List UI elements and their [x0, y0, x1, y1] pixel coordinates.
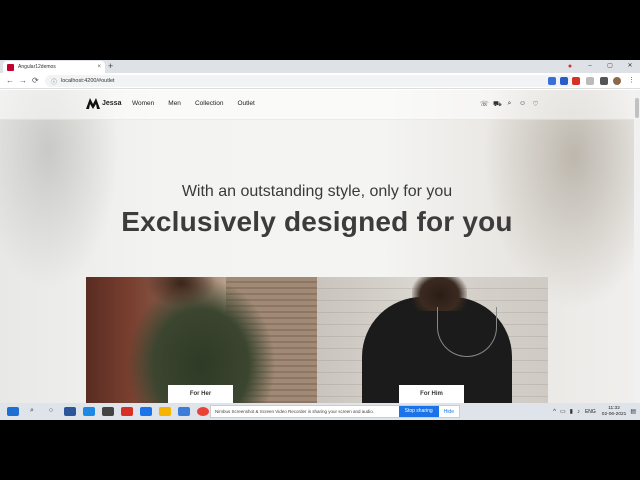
new-tab-button[interactable]: +	[108, 61, 113, 72]
cart-icon[interactable]: ⛟	[493, 100, 502, 109]
site-info-icon[interactable]: ⓘ	[51, 77, 57, 86]
site-header: Jessa Women Men Collection Outlet ☏ ⛟ ⌕ …	[0, 90, 634, 120]
browser-tab[interactable]: Angular12demos ×	[3, 61, 105, 73]
cortana-icon[interactable]: ○	[45, 407, 57, 416]
user-icon[interactable]: ☺	[519, 100, 526, 109]
site-logo[interactable]: Jessa	[86, 98, 121, 109]
tab-close-icon[interactable]: ×	[97, 64, 101, 70]
reload-button[interactable]: ⟳	[32, 76, 39, 86]
tab-title: Angular12demos	[18, 64, 56, 70]
windows-start-icon[interactable]	[7, 407, 19, 416]
extension-icon[interactable]	[572, 77, 580, 85]
chrome-icon[interactable]	[197, 407, 209, 416]
minimize-button[interactable]: –	[580, 60, 600, 73]
extension-icon[interactable]	[560, 77, 568, 85]
for-her-card[interactable]: For Her	[86, 277, 317, 403]
browser-tab-strip: Angular12demos × + ● – ▢ ✕	[0, 60, 640, 73]
language-indicator[interactable]: ENG	[585, 409, 596, 415]
scrollbar-thumb[interactable]	[635, 98, 639, 118]
card-photo-subject	[146, 277, 216, 307]
page-scrollbar[interactable]	[634, 90, 640, 403]
network-icon[interactable]: ▭	[560, 408, 566, 415]
search-icon[interactable]: ⌕	[506, 100, 513, 109]
phone-icon[interactable]: ☏	[480, 100, 489, 109]
for-him-card[interactable]: For Him	[317, 277, 548, 403]
extensions-puzzle-icon[interactable]	[600, 77, 608, 85]
close-window-button[interactable]: ✕	[620, 60, 640, 73]
store-icon[interactable]	[102, 407, 114, 416]
hide-sharing-button[interactable]: Hide	[439, 409, 459, 415]
heart-icon[interactable]: ♡	[532, 100, 539, 109]
stop-sharing-button[interactable]: Stop sharing	[398, 406, 439, 417]
browser-toolbar: ← → ⟳ ⓘ localhost:4200/#outlet ☆ ⋮	[0, 73, 640, 89]
system-clock[interactable]: 11:32 02-06-2021	[602, 406, 627, 418]
search-icon[interactable]: ⌕	[26, 407, 38, 416]
url-text: localhost:4200/#outlet	[61, 78, 115, 84]
header-icons: ☏ ⛟ ⌕ ☺ ♡	[480, 100, 545, 109]
address-bar[interactable]: ⓘ localhost:4200/#outlet ☆	[45, 75, 575, 87]
hero-headline: Exclusively designed for you	[121, 206, 513, 237]
extension-icon[interactable]	[548, 77, 556, 85]
system-tray: ^ ▭ ▮ ♪ ENG 11:32 02-06-2021 ▤	[549, 404, 636, 419]
clock-date: 02-06-2021	[601, 411, 627, 417]
mail-icon[interactable]	[140, 407, 152, 416]
notifications-icon[interactable]: ▤	[630, 408, 636, 415]
for-him-button[interactable]: For Him	[399, 385, 464, 403]
site-menu: Women Men Collection Outlet	[132, 100, 269, 107]
screen-sharing-bar: Nimbus Screenshot & Screen Video Recorde…	[210, 405, 460, 418]
app-icon[interactable]	[121, 407, 133, 416]
menu-item-women[interactable]: Women	[132, 100, 154, 107]
tray-chevron-icon[interactable]: ^	[553, 409, 556, 415]
menu-item-outlet[interactable]: Outlet	[237, 100, 254, 107]
avatar[interactable]	[613, 77, 621, 85]
skype-icon[interactable]	[64, 407, 76, 416]
desktop-screen: Angular12demos × + ● – ▢ ✕ ← → ⟳ ⓘ local…	[0, 60, 640, 420]
card-photo-subject	[412, 277, 467, 311]
brand-name: Jessa	[102, 100, 122, 107]
hero-subtitle: With an outstanding style, only for you	[181, 183, 453, 200]
extension-icon[interactable]	[586, 77, 594, 85]
volume-icon[interactable]: ♪	[577, 409, 580, 415]
record-indicator-icon: ●	[567, 63, 573, 70]
angular-icon	[7, 63, 14, 71]
menu-item-men[interactable]: Men	[168, 100, 181, 107]
window-controls: ● – ▢ ✕	[560, 60, 640, 73]
forward-button[interactable]: →	[19, 76, 27, 86]
battery-icon[interactable]: ▮	[570, 408, 573, 415]
for-her-button[interactable]: For Her	[168, 385, 233, 403]
maximize-button[interactable]: ▢	[600, 60, 620, 73]
windows-taskbar: ⌕ ○ Nimbus Screenshot & Screen Video Rec…	[0, 403, 640, 420]
edge-icon[interactable]	[83, 407, 95, 416]
file-explorer-icon[interactable]	[159, 407, 171, 416]
web-page: Jessa Women Men Collection Outlet ☏ ⛟ ⌕ …	[0, 90, 634, 403]
menu-item-collection[interactable]: Collection	[195, 100, 224, 107]
vscode-icon[interactable]	[178, 407, 190, 416]
more-menu-icon[interactable]: ⋮	[628, 76, 635, 86]
sharing-message: Nimbus Screenshot & Screen Video Recorde…	[215, 409, 375, 414]
logo-mark-icon	[86, 98, 100, 109]
back-button[interactable]: ←	[6, 76, 14, 86]
